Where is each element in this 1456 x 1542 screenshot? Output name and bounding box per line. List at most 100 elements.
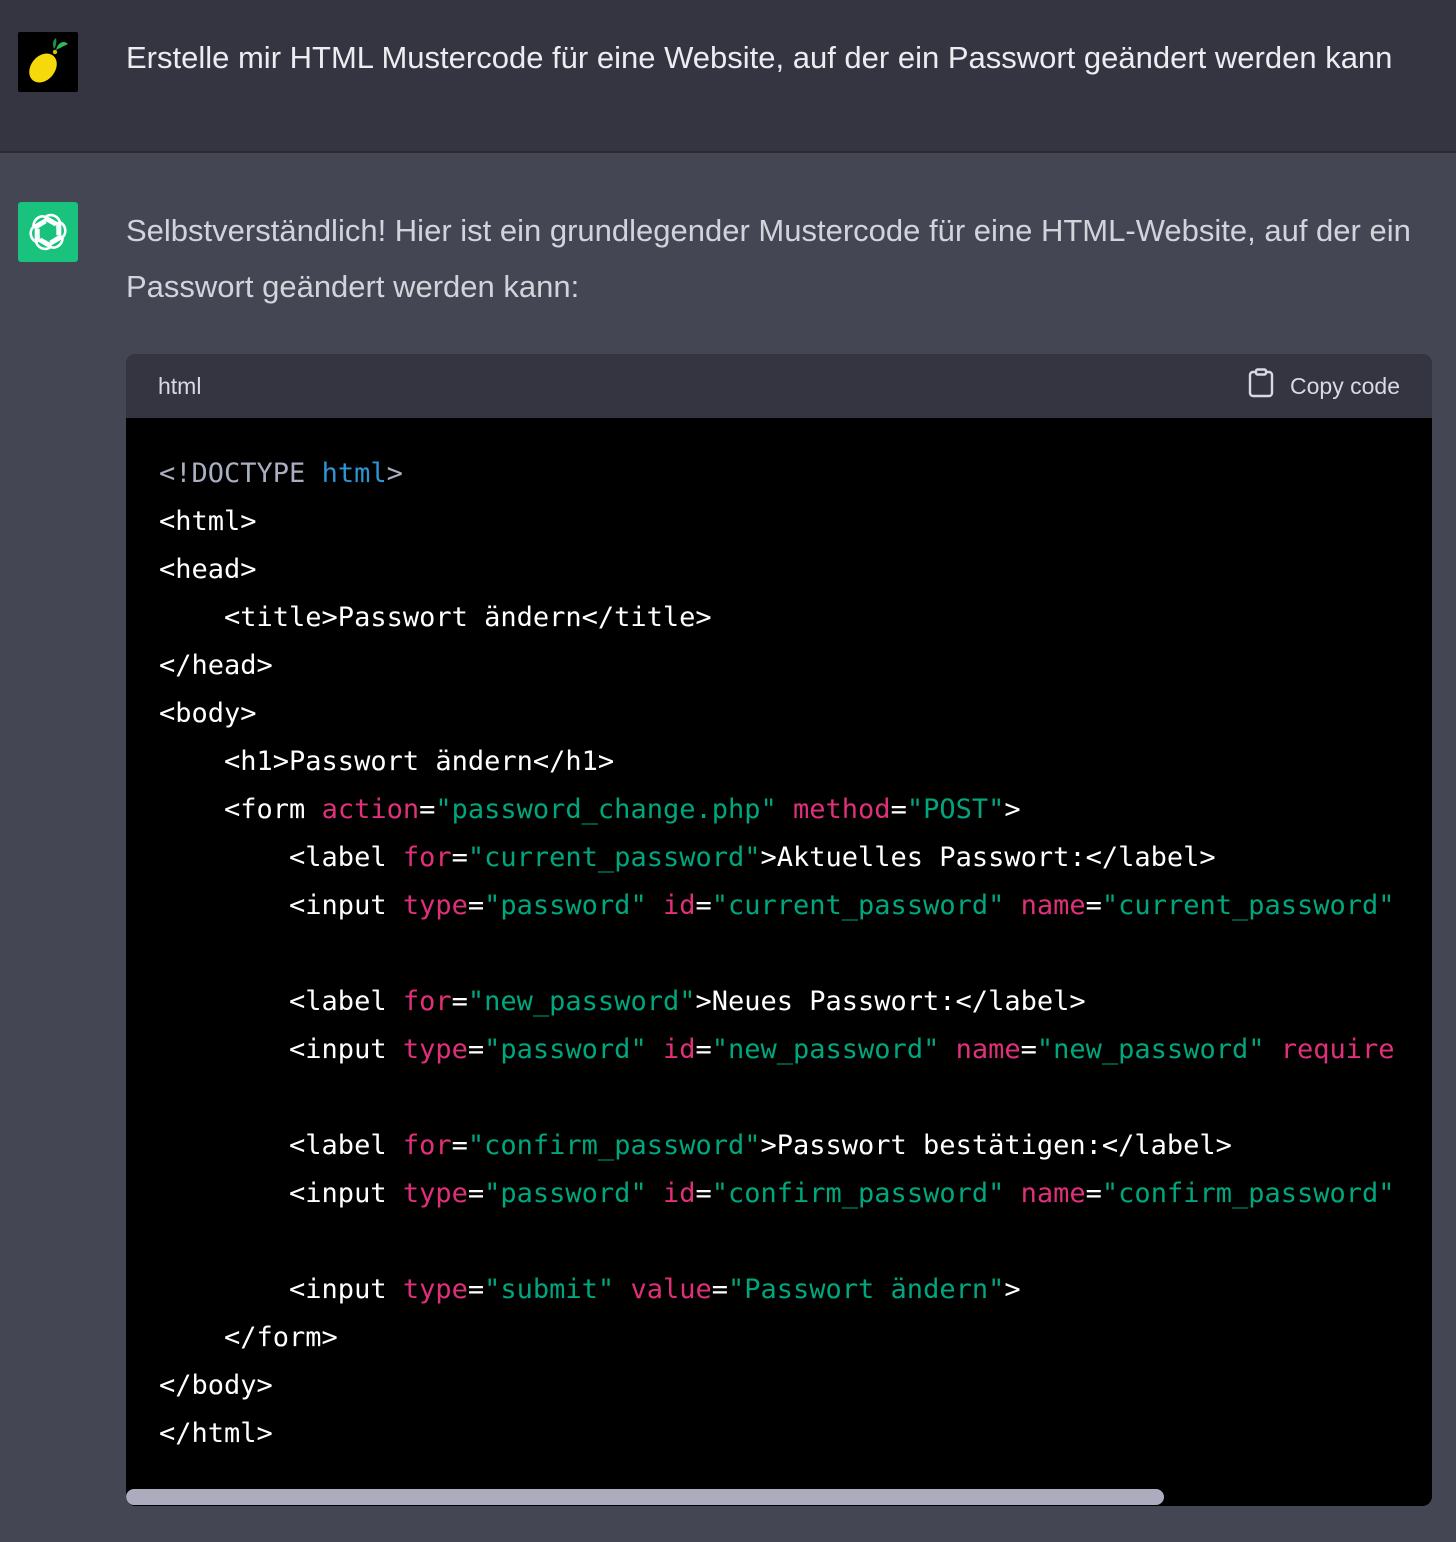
copy-code-label: Copy code bbox=[1290, 372, 1400, 399]
code-block-header: html Copy code bbox=[126, 354, 1432, 418]
code-token: = bbox=[695, 890, 712, 921]
code-token: id bbox=[662, 890, 696, 921]
code-token: "current_password" bbox=[711, 890, 1005, 921]
code-token: <html> bbox=[159, 506, 257, 537]
code-token: "password" bbox=[484, 890, 647, 921]
code-token: type bbox=[402, 890, 468, 921]
clipboard-icon bbox=[1248, 368, 1274, 404]
code-line: <html> bbox=[159, 498, 1432, 546]
code-token: = bbox=[419, 794, 436, 825]
code-token: value bbox=[630, 1274, 712, 1305]
lemon-icon bbox=[18, 32, 78, 92]
code-token: = bbox=[695, 1034, 712, 1065]
assistant-message-row: Selbstverständlich! Hier ist ein grundle… bbox=[0, 155, 1456, 1542]
code-token: <label bbox=[159, 1130, 403, 1161]
code-token: "POST" bbox=[906, 794, 1005, 825]
code-token: "current_password" bbox=[467, 842, 761, 873]
scrollbar-thumb[interactable] bbox=[126, 1489, 1164, 1505]
code-line: <label for="new_password">Neues Passwort… bbox=[159, 978, 1432, 1026]
code-line: <h1>Passwort ändern</h1> bbox=[159, 738, 1432, 786]
code-line: <input type="password" id="confirm_passw… bbox=[159, 1170, 1432, 1218]
code-token: "submit" bbox=[484, 1274, 615, 1305]
code-token: <!DOCTYPE bbox=[159, 458, 322, 489]
code-language-label: html bbox=[158, 372, 202, 399]
code-token: <label bbox=[159, 986, 403, 1017]
code-token: > bbox=[1004, 794, 1021, 825]
code-token: "password_change.php" bbox=[435, 794, 777, 825]
code-token: type bbox=[402, 1274, 468, 1305]
code-token: html bbox=[321, 458, 387, 489]
code-token: "password" bbox=[484, 1178, 647, 1209]
code-token: <input bbox=[159, 890, 403, 921]
code-token: </head> bbox=[159, 650, 273, 681]
code-token: = bbox=[451, 842, 468, 873]
code-line: <input type="submit" value="Passwort änd… bbox=[159, 1266, 1432, 1314]
code-token: <title>Passwort ändern</title> bbox=[159, 602, 712, 633]
code-token: "current_password" bbox=[1101, 890, 1395, 921]
code-token: type bbox=[402, 1178, 468, 1209]
code-token: </html> bbox=[159, 1418, 273, 1449]
code-token: "new_password" bbox=[467, 986, 696, 1017]
code-line: </body> bbox=[159, 1362, 1432, 1410]
code-line: <input type="password" id="new_password"… bbox=[159, 1026, 1432, 1074]
code-token: > bbox=[386, 458, 403, 489]
code-token: = bbox=[1085, 890, 1102, 921]
user-message-row: Erstelle mir HTML Mustercode für eine We… bbox=[0, 0, 1456, 153]
code-token: for bbox=[402, 986, 452, 1017]
code-token: >Neues Passwort:</label> bbox=[695, 986, 1086, 1017]
code-token: "confirm_password" bbox=[1101, 1178, 1395, 1209]
code-token: = bbox=[711, 1274, 728, 1305]
code-token: name bbox=[1020, 1178, 1086, 1209]
code-token: name bbox=[955, 1034, 1021, 1065]
code-token: <input bbox=[159, 1274, 403, 1305]
code-token: <input bbox=[159, 1178, 403, 1209]
code-token: <body> bbox=[159, 698, 257, 729]
code-token: > bbox=[1004, 1274, 1021, 1305]
code-token: <input bbox=[159, 1034, 403, 1065]
horizontal-scrollbar[interactable] bbox=[126, 1488, 1432, 1506]
assistant-intro-text: Selbstverständlich! Hier ist ein grundle… bbox=[126, 213, 1411, 304]
code-line: <form action="password_change.php" metho… bbox=[159, 786, 1432, 834]
code-line: <input type="password" id="current_passw… bbox=[159, 882, 1432, 930]
openai-logo-icon bbox=[18, 202, 78, 262]
code-token: = bbox=[467, 1274, 485, 1305]
code-token: action bbox=[321, 794, 420, 825]
code-token: <h1>Passwort ändern</h1> bbox=[159, 746, 615, 777]
code-token: <head> bbox=[159, 554, 257, 585]
code-token: = bbox=[467, 1034, 485, 1065]
code-token: "Passwort ändern" bbox=[728, 1274, 1005, 1305]
code-token: </body> bbox=[159, 1370, 273, 1401]
code-token: name bbox=[1020, 890, 1086, 921]
code-line: </head> bbox=[159, 642, 1432, 690]
code-token: = bbox=[890, 794, 907, 825]
code-token: = bbox=[467, 1178, 485, 1209]
code-line: <head> bbox=[159, 546, 1432, 594]
code-token: = bbox=[451, 1130, 468, 1161]
code-token: = bbox=[467, 890, 485, 921]
code-token: = bbox=[1020, 1034, 1037, 1065]
code-token: </form> bbox=[159, 1322, 338, 1353]
code-token: id bbox=[662, 1034, 696, 1065]
code-line: <title>Passwort ändern</title> bbox=[159, 594, 1432, 642]
code-token: >Aktuelles Passwort:</label> bbox=[760, 842, 1216, 873]
code-line: <label for="current_password">Aktuelles … bbox=[159, 834, 1432, 882]
code-token: "new_password" bbox=[1036, 1034, 1265, 1065]
code-token: "confirm_password" bbox=[467, 1130, 761, 1161]
code-token: = bbox=[1085, 1178, 1102, 1209]
code-token: <label bbox=[159, 842, 403, 873]
code-line: </html> bbox=[159, 1410, 1432, 1458]
code-token: method bbox=[793, 794, 891, 825]
code-content[interactable]: <!DOCTYPE html> <html> <head> <title>Passw… bbox=[126, 418, 1432, 1506]
code-token: type bbox=[402, 1034, 468, 1065]
copy-code-button[interactable]: Copy code bbox=[1248, 368, 1400, 404]
